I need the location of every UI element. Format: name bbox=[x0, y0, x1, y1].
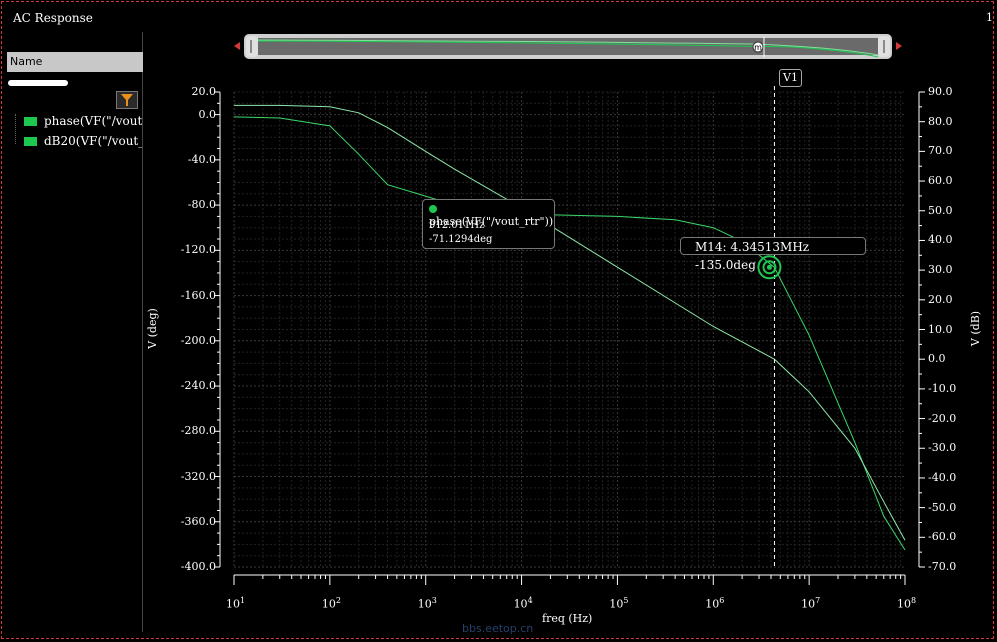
cursor-label[interactable]: V1 bbox=[779, 69, 802, 87]
tick-exponent: 3 bbox=[431, 596, 437, 605]
right-tick-label: 90.0 bbox=[928, 85, 953, 98]
right-tick-label: 20.0 bbox=[928, 292, 953, 306]
right-tick-label: -20.0 bbox=[928, 411, 957, 425]
right-axis-label: V (dB) bbox=[969, 310, 983, 347]
x-tick-label: 101 bbox=[226, 596, 245, 611]
left-tick-label: -400.0 bbox=[180, 560, 216, 573]
left-tick-label: 0.0 bbox=[198, 107, 217, 121]
right-tick-label: 30.0 bbox=[928, 263, 953, 277]
left-tick-label: -280.0 bbox=[180, 424, 216, 438]
x-tick-label: 106 bbox=[705, 596, 724, 611]
right-tick-label: -40.0 bbox=[928, 470, 957, 484]
right-tick-label: -30.0 bbox=[928, 441, 957, 455]
hover-tooltip: phase(VF("/vout_rtr")) 912.011Hz -71.129… bbox=[422, 199, 555, 249]
left-tick-label: -320.0 bbox=[180, 469, 216, 483]
left-tick-label: -360.0 bbox=[180, 514, 216, 528]
right-tick-label: 80.0 bbox=[928, 114, 953, 128]
right-tick-label: -10.0 bbox=[928, 381, 957, 395]
marker-m14-label[interactable]: M14: 4.34513MHz -135.0deg bbox=[680, 237, 866, 272]
left-tick-label: -40.0 bbox=[187, 152, 216, 166]
tick-exponent: 7 bbox=[815, 596, 821, 605]
x-tick-label: 102 bbox=[322, 596, 341, 611]
series-dot-icon bbox=[429, 205, 437, 213]
right-tick-label: 10.0 bbox=[928, 322, 953, 336]
x-tick-label: 107 bbox=[801, 596, 820, 611]
right-tick-label: -60.0 bbox=[928, 530, 957, 544]
tick-exponent: 8 bbox=[911, 596, 917, 605]
tick-exponent: 6 bbox=[719, 596, 725, 605]
tooltip-line2: -71.1294deg bbox=[429, 234, 493, 245]
tick-exponent: 5 bbox=[623, 596, 629, 605]
tick-base: 10 bbox=[226, 597, 240, 611]
tick-exponent: 2 bbox=[335, 596, 341, 605]
right-tick-label: 60.0 bbox=[928, 174, 953, 188]
tick-exponent: 1 bbox=[240, 596, 246, 605]
tooltip-line1: 912.011Hz bbox=[429, 220, 485, 231]
tick-base: 10 bbox=[417, 597, 432, 611]
tick-base: 10 bbox=[513, 597, 528, 611]
tick-base: 10 bbox=[609, 597, 624, 611]
right-tick-label: 0.0 bbox=[928, 352, 946, 366]
right-tick-label: 50.0 bbox=[928, 203, 953, 217]
tick-base: 10 bbox=[897, 597, 911, 611]
x-axis-label: freq (Hz) bbox=[542, 612, 593, 625]
left-tick-label: -80.0 bbox=[187, 198, 216, 212]
x-tick-label: 104 bbox=[514, 596, 533, 611]
left-tick-label: 20.0 bbox=[191, 85, 217, 98]
right-tick-label: 40.0 bbox=[928, 233, 953, 247]
tick-exponent: 4 bbox=[527, 596, 533, 605]
left-tick-label: -200.0 bbox=[180, 333, 216, 347]
tick-base: 10 bbox=[705, 597, 720, 611]
tick-base: 10 bbox=[321, 597, 336, 611]
tick-base: 10 bbox=[801, 597, 816, 611]
left-tick-label: -240.0 bbox=[180, 379, 216, 393]
left-axis-label: V (deg) bbox=[145, 308, 159, 349]
x-tick-label: 105 bbox=[609, 596, 628, 611]
x-tick-label: 103 bbox=[418, 596, 437, 611]
x-tick-label: 108 bbox=[897, 596, 916, 611]
left-tick-label: -120.0 bbox=[180, 243, 216, 257]
marker-dot-icon bbox=[766, 264, 772, 270]
right-tick-label: -70.0 bbox=[928, 560, 957, 573]
watermark: bbs.eetop.cn bbox=[462, 622, 534, 635]
right-tick-label: 70.0 bbox=[928, 144, 953, 158]
left-tick-label: -160.0 bbox=[180, 288, 216, 302]
right-tick-label: -50.0 bbox=[928, 500, 957, 514]
db20-trace[interactable] bbox=[234, 104, 906, 541]
